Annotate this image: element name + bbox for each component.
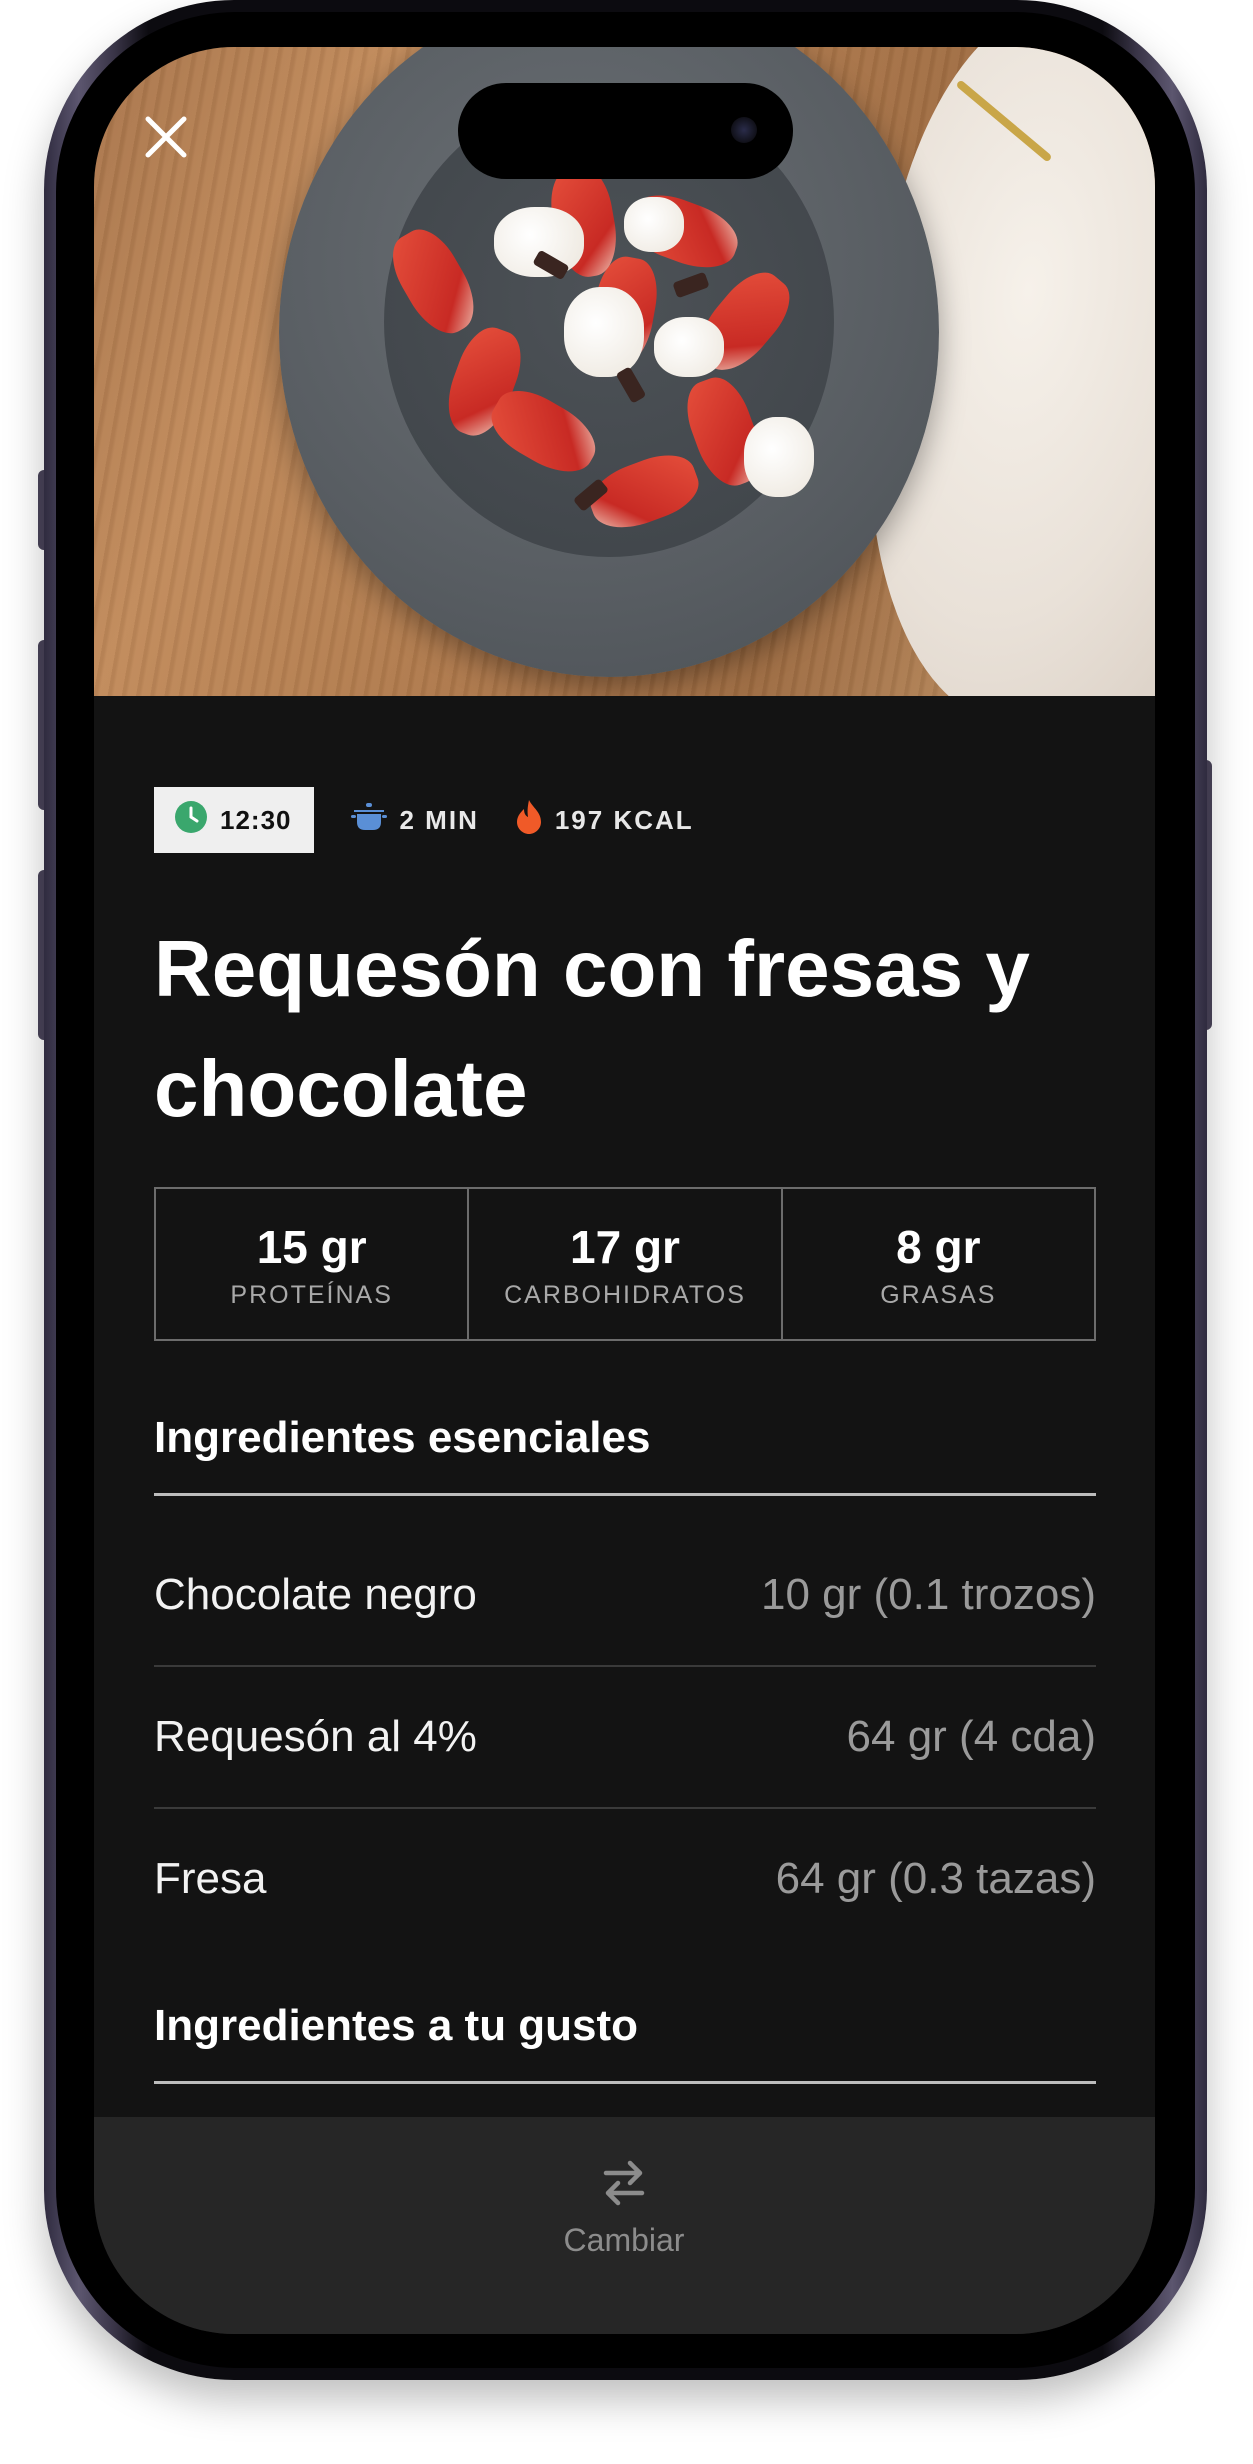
front-camera: [731, 117, 757, 143]
ingredient-name: Fresa: [154, 1854, 267, 1903]
ingredient-name: Requesón al 4%: [154, 1712, 477, 1761]
prep-time-label: 2 MIN: [399, 804, 479, 835]
macros-table: 15 gr PROTEÍNAS 17 gr CARBOHIDRATOS 8 gr…: [154, 1187, 1096, 1341]
macro-label: GRASAS: [880, 1280, 997, 1309]
device-mockup: 12:30 2 MIN 197 KCAL Requesón con fresas…: [0, 0, 1253, 2464]
recipe-title: Requesón con fresas y chocolate: [154, 924, 1030, 1133]
cheese-curd: [654, 317, 724, 377]
essential-ingredients-list: Chocolate negro 10 gr (0.1 trozos) Reque…: [154, 1525, 1096, 1949]
ingredient-quantity: 64 gr (4 cda): [846, 1712, 1096, 1761]
calories-label: 197 KCAL: [554, 804, 694, 835]
macro-label: PROTEÍNAS: [230, 1280, 393, 1309]
cheese-curd: [564, 287, 644, 377]
macro-fats: 8 gr GRASAS: [783, 1189, 1094, 1339]
calories: 197 KCAL: [515, 798, 694, 843]
ingredient-row[interactable]: Requesón al 4% 64 gr (4 cda): [154, 1667, 1096, 1809]
dynamic-island: [458, 83, 793, 179]
close-icon[interactable]: [142, 113, 190, 161]
macro-value: 17 gr: [570, 1220, 680, 1273]
ingredient-row[interactable]: Chocolate negro 10 gr (0.1 trozos): [154, 1525, 1096, 1667]
optional-ingredients-title: Ingredientes a tu gusto: [154, 2001, 1096, 2084]
macro-value: 8 gr: [896, 1220, 981, 1273]
prep-time: 2 MIN: [350, 800, 479, 841]
ingredient-quantity: 10 gr (0.1 trozos): [760, 1570, 1096, 1619]
ingredient-row[interactable]: Fresa 64 gr (0.3 tazas): [154, 1809, 1096, 1949]
swap-arrows-icon: [600, 2157, 648, 2214]
macro-protein: 15 gr PROTEÍNAS: [156, 1189, 470, 1339]
essential-ingredients-title: Ingredientes esenciales: [154, 1413, 1096, 1496]
cheese-curd: [624, 197, 684, 252]
ingredient-quantity: 64 gr (0.3 tazas): [775, 1854, 1096, 1903]
time-chip[interactable]: 12:30: [154, 787, 314, 853]
flame-icon: [515, 798, 543, 843]
macro-carbs: 17 gr CARBOHIDRATOS: [469, 1189, 783, 1339]
switch-label: Cambiar: [563, 2222, 685, 2258]
recipe-meta: 12:30 2 MIN 197 KCAL: [154, 787, 694, 853]
bottom-action-bar: Cambiar: [94, 2117, 1155, 2334]
macro-label: CARBOHIDRATOS: [504, 1280, 746, 1309]
cheese-curd: [744, 417, 814, 497]
app-screen: 12:30 2 MIN 197 KCAL Requesón con fresas…: [94, 47, 1155, 2334]
macro-value: 15 gr: [256, 1220, 367, 1273]
meal-time: 12:30: [220, 804, 292, 835]
switch-recipe-button[interactable]: Cambiar: [524, 2157, 724, 2277]
ingredient-name: Chocolate negro: [154, 1570, 477, 1619]
pot-icon: [350, 800, 388, 841]
clock-icon: [174, 800, 208, 841]
